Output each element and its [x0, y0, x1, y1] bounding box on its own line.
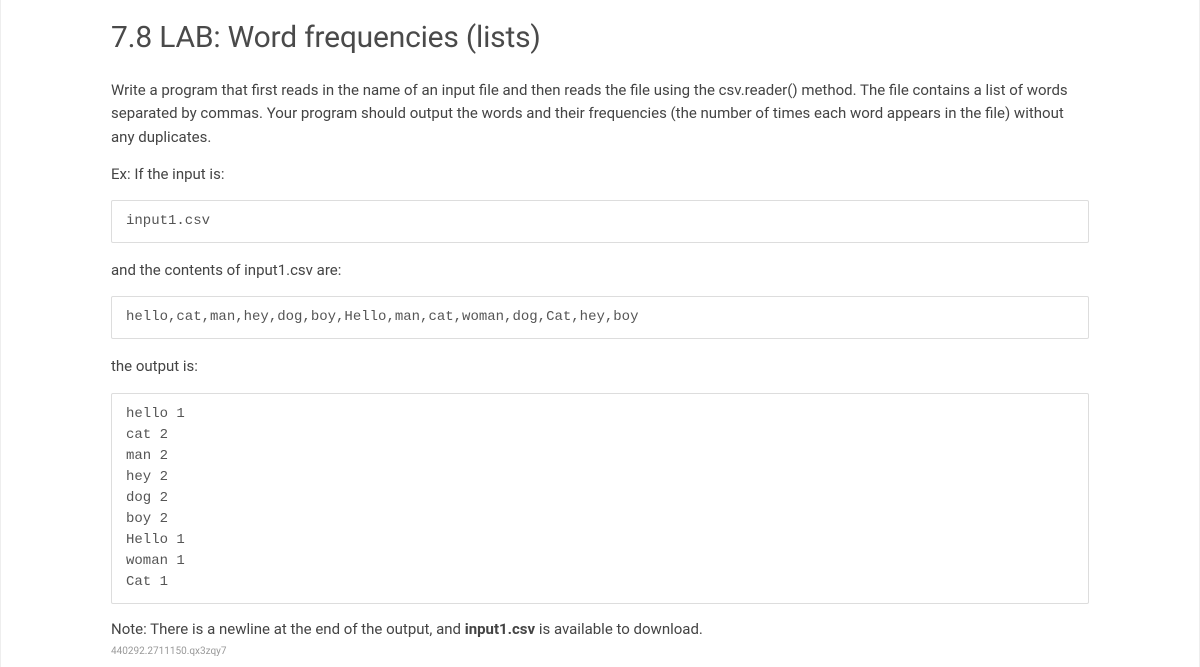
example-label: Ex: If the input is:	[111, 163, 1089, 186]
csv-contents-block: hello,cat,man,hey,dog,boy,Hello,man,cat,…	[111, 296, 1089, 339]
note-text: Note: There is a newline at the end of t…	[111, 620, 1089, 638]
lab-document: 7.8 LAB: Word frequencies (lists) Write …	[0, 0, 1200, 667]
output-example-block: hello 1 cat 2 man 2 hey 2 dog 2 boy 2 He…	[111, 393, 1089, 604]
note-prefix: Note: There is a newline at the end of t…	[111, 620, 465, 638]
contents-label: and the contents of input1.csv are:	[111, 259, 1089, 282]
output-label: the output is:	[111, 355, 1089, 378]
input-example-block: input1.csv	[111, 200, 1089, 243]
footer-id: 440292.2711150.qx3zqy7	[111, 646, 1089, 657]
intro-paragraph: Write a program that first reads in the …	[111, 79, 1089, 149]
note-bold: input1.csv	[465, 620, 535, 638]
lab-title: 7.8 LAB: Word frequencies (lists)	[111, 20, 1089, 55]
note-suffix: is available to download.	[535, 620, 703, 638]
